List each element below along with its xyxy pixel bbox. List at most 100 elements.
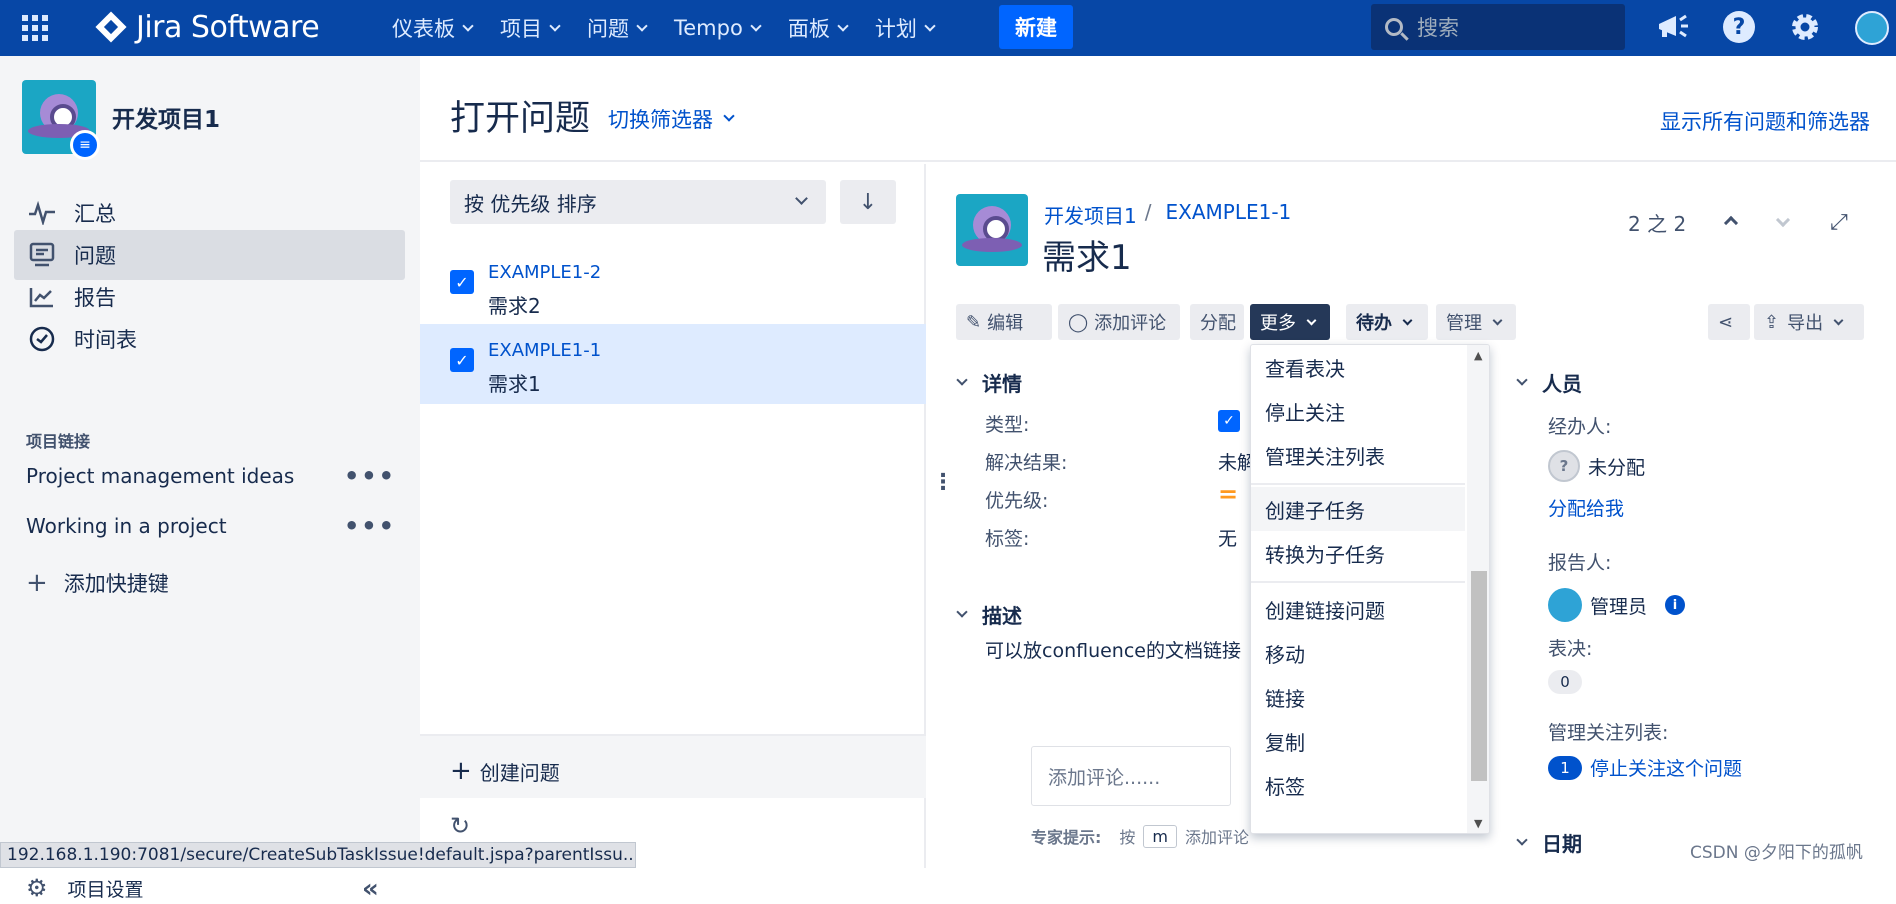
field-label: 类型: <box>985 414 1030 436</box>
issue-key[interactable]: EXAMPLE1-2 <box>488 262 601 283</box>
reporter-value[interactable]: 管理员 i <box>1548 588 1686 622</box>
edit-button[interactable]: ✎ 编辑 <box>956 304 1052 340</box>
votes-count[interactable]: 0 <box>1548 670 1582 694</box>
megaphone-icon[interactable] <box>1656 10 1690 44</box>
gear-icon: ⚙ <box>26 874 48 902</box>
menu-boards[interactable]: 面板 <box>788 13 849 43</box>
scroll-down-icon[interactable]: ▼ <box>1474 817 1482 830</box>
issue-key[interactable]: EXAMPLE1-1 <box>488 340 601 361</box>
menu-divider <box>1251 483 1465 485</box>
search-input[interactable]: 搜索 <box>1371 4 1625 50</box>
project-settings[interactable]: ⚙ 项目设置 <box>26 874 144 902</box>
sort-direction-button[interactable]: ↓ <box>840 180 896 224</box>
plus-icon: + <box>450 756 472 786</box>
list-item[interactable]: ✓ EXAMPLE1-2 需求2 <box>420 246 926 326</box>
issue-title[interactable]: 需求1 <box>1042 230 1132 279</box>
sidebar-item-timesheet[interactable]: 时间表 <box>14 314 405 364</box>
top-navigation: Jira Software 仪表板 项目 问题 Tempo 面板 计划 新建 搜… <box>0 0 1896 56</box>
issue-navigator-header: 打开问题 切换筛选器 显示所有问题和筛选器 <box>420 56 1896 162</box>
chevron-down-icon <box>956 373 968 386</box>
description-text[interactable]: 可以放confluence的文档链接 <box>985 636 1241 663</box>
menu-item-stop-watching[interactable]: 停止关注 <box>1251 389 1465 433</box>
scrollbar-thumb[interactable] <box>1471 571 1487 781</box>
menu-item-manage-watchers[interactable]: 管理关注列表 <box>1251 433 1465 477</box>
dates-section-toggle[interactable]: 日期 <box>1516 828 1582 857</box>
chevron-down-icon <box>723 110 735 122</box>
assign-button[interactable]: 分配 <box>1190 304 1244 340</box>
assign-to-me-link[interactable]: 分配给我 <box>1548 494 1624 521</box>
menu-projects[interactable]: 项目 <box>500 13 561 43</box>
project-links-heading: 项目链接 <box>26 432 91 451</box>
help-icon[interactable]: ? <box>1723 11 1755 43</box>
add-comment-button[interactable]: ◯ 添加评论 <box>1058 304 1180 340</box>
menu-scrollbar[interactable]: ▲ ▼ <box>1467 345 1489 833</box>
user-avatar[interactable] <box>1855 11 1889 45</box>
breadcrumb-issue-key[interactable]: EXAMPLE1-1 <box>1165 200 1291 229</box>
task-type-icon: ✓ <box>450 270 474 294</box>
menu-plans[interactable]: 计划 <box>875 13 936 43</box>
people-section-toggle[interactable]: 人员 <box>1516 368 1582 397</box>
jira-logo[interactable]: Jira Software <box>95 9 320 45</box>
project-sidebar: ≡ 开发项目1 汇总 问题 报告 时间表 项目链接 Project manage… <box>0 56 420 904</box>
project-link-item[interactable]: Project management ideas ••• <box>26 462 396 490</box>
menu-item-move[interactable]: 移动 <box>1251 631 1465 675</box>
status-button[interactable]: 待办 <box>1346 304 1428 340</box>
stop-watching-link[interactable]: 1 停止关注这个问题 <box>1548 754 1742 781</box>
breadcrumb-project[interactable]: 开发项目1 <box>1044 200 1137 229</box>
task-type-icon: ✓ <box>1218 410 1240 432</box>
app-switcher-icon[interactable] <box>22 15 48 41</box>
chevron-down-icon <box>795 192 808 205</box>
project-name[interactable]: 开发项目1 <box>112 100 220 134</box>
menu-item-labels[interactable]: 标签 <box>1251 763 1465 807</box>
details-section-toggle[interactable]: 详情 <box>956 368 1022 397</box>
pro-tip: 专家提示: 按 m 添加评论 <box>1031 824 1250 848</box>
more-button[interactable]: 更多 <box>1250 304 1330 340</box>
assignee-label: 经办人: <box>1548 416 1612 438</box>
chevron-down-icon <box>1402 315 1413 325</box>
reporter-label: 报告人: <box>1548 552 1612 574</box>
collapse-sidebar-icon[interactable]: « <box>362 874 379 904</box>
votes-label: 表决: <box>1548 638 1593 660</box>
menu-item-link[interactable]: 链接 <box>1251 675 1465 719</box>
chevron-down-icon <box>636 19 648 32</box>
issue-list: 按 优先级 排序 ↓ ✓ EXAMPLE1-2 需求2 ✓ EXAMPLE1-1… <box>420 164 926 868</box>
activity-icon <box>26 197 58 229</box>
switch-filter-button[interactable]: 切换筛选器 <box>608 104 735 134</box>
create-button[interactable]: 新建 <box>999 5 1073 49</box>
create-issue-button[interactable]: + 创建问题 <box>450 756 560 786</box>
more-options-icon[interactable]: ••• <box>344 512 396 540</box>
project-link-item[interactable]: Working in a project ••• <box>26 512 396 540</box>
description-section-toggle[interactable]: 描述 <box>956 600 1022 629</box>
sort-select[interactable]: 按 优先级 排序 <box>450 180 826 224</box>
chevron-down-icon <box>549 19 561 32</box>
task-type-icon: ✓ <box>450 348 474 372</box>
assignee-value[interactable]: ? 未分配 <box>1548 450 1645 482</box>
menu-item-create-subtask[interactable]: 创建子任务 <box>1251 487 1465 531</box>
menu-item-view-votes[interactable]: 查看表决 <box>1251 345 1465 389</box>
menu-tempo[interactable]: Tempo <box>674 16 762 40</box>
show-all-issues-link[interactable]: 显示所有问题和筛选器 <box>1660 106 1870 136</box>
scroll-up-icon[interactable]: ▲ <box>1474 349 1482 362</box>
chevron-down-icon <box>1516 833 1528 846</box>
refresh-icon[interactable]: ↻ <box>450 812 470 840</box>
gear-icon[interactable] <box>1788 10 1822 44</box>
issues-icon <box>26 239 58 271</box>
info-icon[interactable]: i <box>1665 595 1686 615</box>
chevron-down-icon <box>1306 315 1317 325</box>
menu-item-convert-to-subtask[interactable]: 转换为子任务 <box>1251 531 1465 575</box>
add-shortcut-button[interactable]: + 添加快捷键 <box>26 568 169 598</box>
menu-item-create-linked-issue[interactable]: 创建链接问题 <box>1251 587 1465 631</box>
chevron-down-icon <box>924 19 936 32</box>
menu-issues[interactable]: 问题 <box>587 13 648 43</box>
comment-input[interactable]: 添加评论...... <box>1031 746 1231 806</box>
breadcrumb: 开发项目1 / EXAMPLE1-1 <box>1044 200 1292 229</box>
menu-item-clone[interactable]: 复制 <box>1251 719 1465 763</box>
software-project-icon: ≡ <box>70 130 100 160</box>
list-item[interactable]: ✓ EXAMPLE1-1 需求1 <box>420 324 926 404</box>
watchers-label: 管理关注列表: <box>1548 722 1669 744</box>
menu-dashboards[interactable]: 仪表板 <box>392 13 474 43</box>
search-placeholder: 搜索 <box>1417 16 1459 40</box>
people-panel: 人员 经办人: ? 未分配 分配给我 报告人: 管理员 i 表决: 0 管理关注… <box>1496 164 1896 868</box>
main-menu: 仪表板 项目 问题 Tempo 面板 计划 <box>392 0 962 56</box>
more-options-icon[interactable]: ••• <box>344 462 396 490</box>
